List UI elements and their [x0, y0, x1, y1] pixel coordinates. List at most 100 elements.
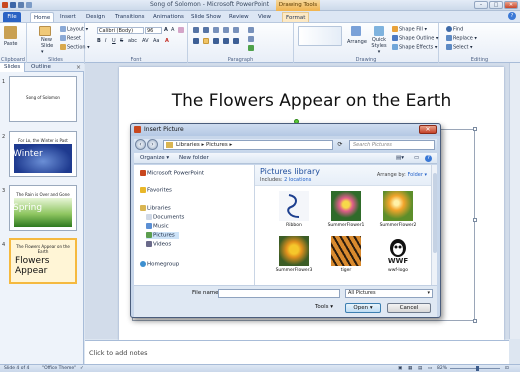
view-options-icon[interactable]: ▤▾ [396, 155, 404, 161]
nav-item-music[interactable]: Music [146, 223, 169, 230]
arrange-icon[interactable] [351, 26, 362, 36]
back-button[interactable]: ‹ [135, 139, 146, 150]
save-icon[interactable] [10, 2, 16, 8]
zoom-level[interactable]: 82% [437, 366, 447, 371]
reset-button[interactable]: Reset [60, 35, 81, 42]
open-button[interactable]: Open ▾ [345, 303, 381, 313]
bullets-icon[interactable] [193, 27, 200, 34]
refresh-button[interactable]: ⟳ [335, 140, 345, 150]
normal-view-icon[interactable]: ▣ [398, 366, 402, 371]
close-button[interactable]: ✕ [504, 1, 518, 9]
tab-design[interactable]: Design [83, 12, 108, 22]
new-slide-button[interactable]: New Slide ▾ [41, 37, 55, 55]
align-text-icon[interactable] [248, 36, 255, 43]
tab-slide-show[interactable]: Slide Show [188, 12, 224, 22]
file-item[interactable]: tiger [327, 236, 365, 278]
notes-pane[interactable]: Click to add notes [85, 340, 509, 364]
tab-home[interactable]: Home [30, 12, 55, 22]
slide-thumbnail-4[interactable]: The Flowers Appear on the Earth Flowers … [9, 238, 77, 284]
powerpoint-logo-icon[interactable] [2, 2, 8, 8]
tab-outline[interactable]: Outline [27, 63, 55, 72]
shrink-font-icon[interactable]: A [171, 27, 174, 33]
line-spacing-icon[interactable] [233, 27, 240, 34]
grow-font-icon[interactable]: A [164, 27, 168, 33]
close-pane-icon[interactable]: × [76, 64, 81, 71]
arrange-by-dropdown[interactable]: Folder ▾ [407, 172, 427, 178]
zoom-slider-thumb[interactable] [476, 366, 479, 371]
shapes-gallery-icon[interactable] [298, 26, 343, 46]
font-color-icon[interactable]: A [165, 38, 169, 44]
address-path[interactable]: Libraries ▸ Pictures ▸ [163, 140, 333, 150]
zoom-slider[interactable] [450, 368, 500, 369]
fit-to-window-icon[interactable]: ⊡ [505, 366, 509, 371]
increase-indent-icon[interactable] [223, 27, 230, 34]
replace-button[interactable]: Replace ▾ [446, 35, 477, 42]
text-direction-icon[interactable] [248, 27, 255, 34]
tab-format[interactable]: Format [282, 12, 310, 22]
nav-item-documents[interactable]: Documents [146, 214, 184, 221]
slide-title[interactable]: The Flowers Appear on the Earth [119, 91, 504, 111]
organize-button[interactable]: Organize ▾ [140, 155, 169, 161]
resize-handle[interactable] [473, 319, 477, 323]
slide-thumbnail-3[interactable]: The Rain is Over and Gone Spring [9, 185, 77, 231]
tools-button[interactable]: Tools ▾ [315, 304, 333, 310]
shape-outline-button[interactable]: Shape Outline ▾ [392, 35, 438, 42]
paste-button[interactable]: Paste [4, 41, 18, 47]
nav-item-favorites[interactable]: Favorites [140, 187, 172, 194]
quick-styles-icon[interactable] [374, 26, 385, 36]
cancel-button[interactable]: Cancel [387, 303, 431, 313]
help-icon[interactable]: ? [425, 155, 432, 162]
file-item[interactable]: SummerFlower3 [275, 236, 313, 278]
slide-thumbnail-1[interactable]: Song of Solomon [9, 76, 77, 122]
clear-format-icon[interactable] [178, 27, 185, 34]
char-spacing-icon[interactable]: AV [142, 38, 149, 44]
change-case-icon[interactable]: Aa [153, 38, 159, 44]
underline-icon[interactable]: U [112, 38, 116, 44]
resize-handle[interactable] [473, 218, 477, 222]
quick-styles-button[interactable]: Quick Styles ▾ [370, 37, 388, 55]
nav-item-powerpoint[interactable]: Microsoft PowerPoint [140, 170, 204, 177]
new-slide-icon[interactable] [39, 26, 52, 36]
tab-review[interactable]: Review [226, 12, 252, 22]
italic-icon[interactable]: I [105, 38, 106, 44]
maximize-button[interactable]: □ [489, 1, 503, 9]
paste-icon[interactable] [4, 26, 18, 39]
bold-icon[interactable]: B [97, 38, 101, 44]
strikethrough-icon[interactable]: S [120, 38, 123, 44]
tab-transitions[interactable]: Transitions [112, 12, 147, 22]
columns-icon[interactable] [233, 38, 240, 45]
shape-fill-button[interactable]: Shape Fill ▾ [392, 26, 427, 33]
file-list-scrollbar[interactable] [431, 165, 437, 285]
justify-icon[interactable] [223, 38, 230, 45]
vertical-scrollbar[interactable] [509, 63, 520, 339]
select-button[interactable]: Select ▾ [446, 44, 473, 51]
resize-handle[interactable] [473, 127, 477, 131]
nav-item-pictures[interactable]: Pictures [146, 232, 179, 239]
smartart-icon[interactable] [248, 45, 255, 52]
tab-animations[interactable]: Animations [150, 12, 187, 22]
align-right-icon[interactable] [213, 38, 220, 45]
new-folder-button[interactable]: New folder [179, 155, 209, 161]
notes-placeholder[interactable]: Click to add notes [89, 349, 147, 357]
search-input[interactable]: Search Pictures [349, 140, 435, 150]
layout-button[interactable]: Layout ▾ [60, 26, 88, 33]
font-size-combo[interactable]: 96 [145, 27, 162, 34]
decrease-indent-icon[interactable] [213, 27, 220, 34]
reading-view-icon[interactable]: ▤ [418, 366, 422, 371]
redo-icon[interactable] [26, 2, 32, 8]
numbering-icon[interactable] [203, 27, 210, 34]
minimize-button[interactable]: – [474, 1, 488, 9]
file-item[interactable]: Ribbon [275, 191, 313, 233]
undo-icon[interactable] [18, 2, 24, 8]
nav-item-libraries[interactable]: Libraries [140, 205, 171, 212]
locations-link[interactable]: 2 locations [284, 177, 311, 183]
slide-thumbnail-2[interactable]: For Lo, the Winter is Past Winter [9, 131, 77, 177]
shape-effects-button[interactable]: Shape Effects ▾ [392, 44, 437, 51]
align-left-icon[interactable] [193, 38, 200, 45]
file-item[interactable]: WWF wwf-logo [379, 236, 417, 278]
file-item[interactable]: SummerFlower1 [327, 191, 365, 233]
file-type-select[interactable]: All Pictures ▾ [345, 289, 433, 298]
slide-show-icon[interactable]: ▭ [428, 366, 432, 371]
align-center-icon[interactable] [203, 38, 210, 45]
slide-sorter-icon[interactable]: ▦ [408, 366, 412, 371]
